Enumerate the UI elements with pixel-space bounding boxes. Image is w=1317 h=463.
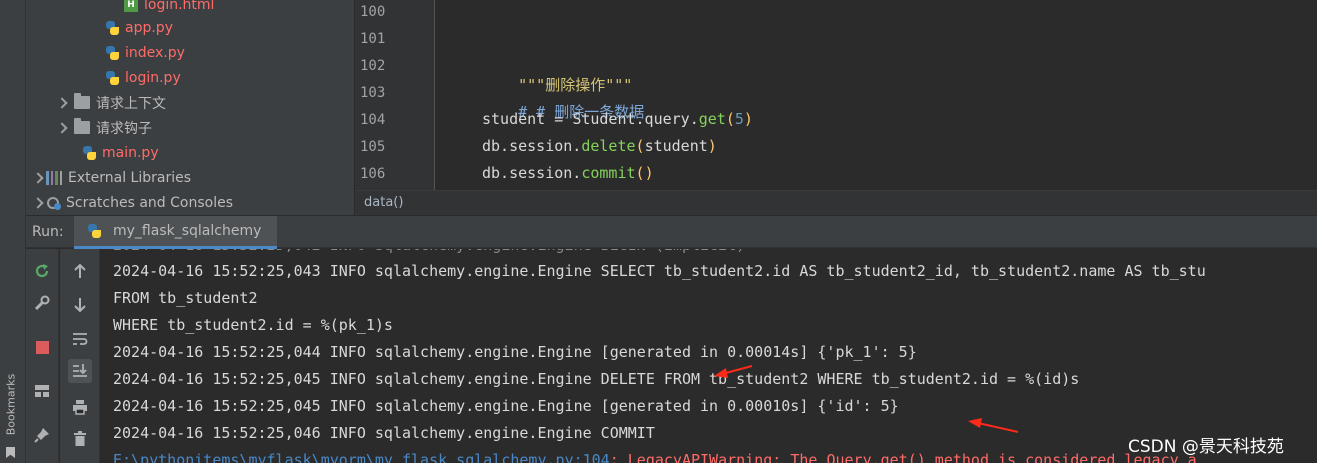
code-token: ) xyxy=(743,110,753,128)
stop-icon[interactable] xyxy=(30,335,54,359)
code-token: ) xyxy=(707,137,717,155)
code-token: = xyxy=(545,110,573,128)
editor-breadcrumb: data() xyxy=(355,190,1317,215)
down-arrow-icon[interactable] xyxy=(68,293,92,317)
line-number: 101 xyxy=(360,31,386,47)
tree-item-label: login.html xyxy=(144,0,215,13)
chevron-right-icon[interactable] xyxy=(30,195,46,211)
line-number: 106 xyxy=(360,166,386,182)
project-tree: H login.html app.py index.py login.py 请求… xyxy=(26,0,354,215)
run-toolbar-primary xyxy=(26,249,59,463)
bookmarks-label: Bookmarks xyxy=(4,373,18,436)
tree-item-label: login.py xyxy=(125,69,181,86)
run-tool-header: Run: my_flask_sqlalchemy xyxy=(26,215,1317,249)
run-console[interactable]: 2024-04-16 15:52:25,042 INFO sqlalchemy.… xyxy=(101,249,1317,463)
up-arrow-icon[interactable] xyxy=(68,259,92,283)
tree-item-label: app.py xyxy=(125,19,173,36)
scratches-icon xyxy=(46,195,62,211)
code-line-105: db.session.delete(student) xyxy=(482,137,717,155)
tree-item-main-py[interactable]: main.py xyxy=(81,140,159,165)
code-token: student xyxy=(482,110,546,128)
line-number: 100 xyxy=(360,4,386,20)
bookmark-icon xyxy=(6,447,15,458)
console-line: WHERE tb_student2.id = %(pk_1)s xyxy=(113,316,393,334)
tree-item-app-py[interactable]: app.py xyxy=(104,15,173,40)
warning-file-link[interactable]: E:\pythonitems\myflask\myorm\my_flask_sq… xyxy=(113,451,610,463)
rerun-icon[interactable] xyxy=(30,259,54,283)
tree-item-label: External Libraries xyxy=(68,169,191,186)
tree-item-external-libraries[interactable]: External Libraries xyxy=(30,165,191,190)
watermark: CSDN @景天科技苑 xyxy=(1128,437,1284,457)
chevron-right-icon[interactable] xyxy=(54,95,70,111)
console-warning-line: E:\pythonitems\myflask\myorm\my_flask_sq… xyxy=(113,451,1197,463)
trash-icon[interactable] xyxy=(68,427,92,451)
tree-item-scratches[interactable]: Scratches and Consoles xyxy=(30,190,233,215)
warning-text: : LegacyAPIWarning: The Query.get() meth… xyxy=(609,451,1197,463)
breadcrumb-item[interactable]: data() xyxy=(364,195,403,210)
libraries-icon xyxy=(46,170,62,185)
code-token: db.session. xyxy=(482,137,582,155)
code-token: Student.query. xyxy=(572,110,699,128)
pin-icon[interactable] xyxy=(30,423,54,447)
console-line: 2024-04-16 15:52:25,045 INFO sqlalchemy.… xyxy=(113,370,1080,388)
run-config-tab[interactable]: my_flask_sqlalchemy xyxy=(74,216,278,249)
wrench-icon[interactable] xyxy=(30,291,54,315)
console-line: 2024-04-16 15:52:25,045 INFO sqlalchemy.… xyxy=(113,397,899,415)
python-icon xyxy=(86,223,102,239)
print-icon[interactable] xyxy=(68,395,92,419)
line-number: 105 xyxy=(360,139,386,155)
code-token: ( xyxy=(635,164,645,182)
chevron-right-icon[interactable] xyxy=(30,170,46,186)
tree-item-request-hooks[interactable]: 请求钩子 xyxy=(54,115,152,140)
code-line-104: student = Student.query.get(5) xyxy=(482,110,753,128)
tree-item-label: Scratches and Consoles xyxy=(66,194,233,211)
line-number: 103 xyxy=(360,85,386,101)
tree-item-label: 请求上下文 xyxy=(96,95,166,112)
code-token: commit xyxy=(581,164,636,182)
code-token: get xyxy=(698,110,726,128)
python-icon xyxy=(104,45,120,61)
bookmarks-tab[interactable]: Bookmarks xyxy=(4,360,22,460)
tree-item-label: main.py xyxy=(102,144,159,161)
code-token: ) xyxy=(644,164,654,182)
console-line: FROM tb_student2 xyxy=(113,289,258,307)
tree-item-request-context[interactable]: 请求上下文 xyxy=(54,90,166,115)
tree-item-label: index.py xyxy=(125,44,185,61)
left-tool-strip: Bookmarks xyxy=(0,0,26,463)
console-line: 2024-04-16 15:52:25,043 INFO sqlalchemy.… xyxy=(113,262,1206,280)
python-icon xyxy=(81,145,97,161)
python-icon xyxy=(104,20,120,36)
tree-item-index-py[interactable]: index.py xyxy=(104,40,185,65)
code-editor[interactable]: """删除操作""" # # 删除一条数据 student = Student.… xyxy=(436,0,1317,190)
tree-item-login-py[interactable]: login.py xyxy=(104,65,181,90)
layout-icon[interactable] xyxy=(30,379,54,403)
code-line-106: db.session.commit() xyxy=(482,164,654,182)
html-icon: H xyxy=(124,0,138,12)
line-number: 104 xyxy=(360,112,386,128)
console-line: 2024-04-16 15:52:25,044 INFO sqlalchemy.… xyxy=(113,343,917,361)
run-label: Run: xyxy=(32,224,64,240)
code-token: student xyxy=(644,137,708,155)
folder-icon xyxy=(74,93,90,109)
console-line: 2024-04-16 15:52:25,046 INFO sqlalchemy.… xyxy=(113,424,655,442)
python-icon xyxy=(104,70,120,86)
chevron-right-icon[interactable] xyxy=(54,120,70,136)
run-toolbar-secondary xyxy=(60,249,100,463)
run-tab-label: my_flask_sqlalchemy xyxy=(113,223,262,239)
code-token: ( xyxy=(635,137,645,155)
editor-gutter: 100 101 102 103 104 105 106 xyxy=(355,0,435,190)
line-number: 102 xyxy=(360,58,386,74)
console-line-partial: 2024-04-16 15:52:25,042 INFO sqlalchemy.… xyxy=(113,249,745,254)
tree-item-label: 请求钩子 xyxy=(96,120,152,137)
scroll-to-end-icon[interactable] xyxy=(68,359,92,383)
code-token: ( xyxy=(725,110,735,128)
code-token: delete xyxy=(581,137,636,155)
soft-wrap-icon[interactable] xyxy=(68,327,92,351)
code-token: db.session. xyxy=(482,164,582,182)
code-token: 5 xyxy=(734,110,744,128)
folder-icon xyxy=(74,118,90,134)
